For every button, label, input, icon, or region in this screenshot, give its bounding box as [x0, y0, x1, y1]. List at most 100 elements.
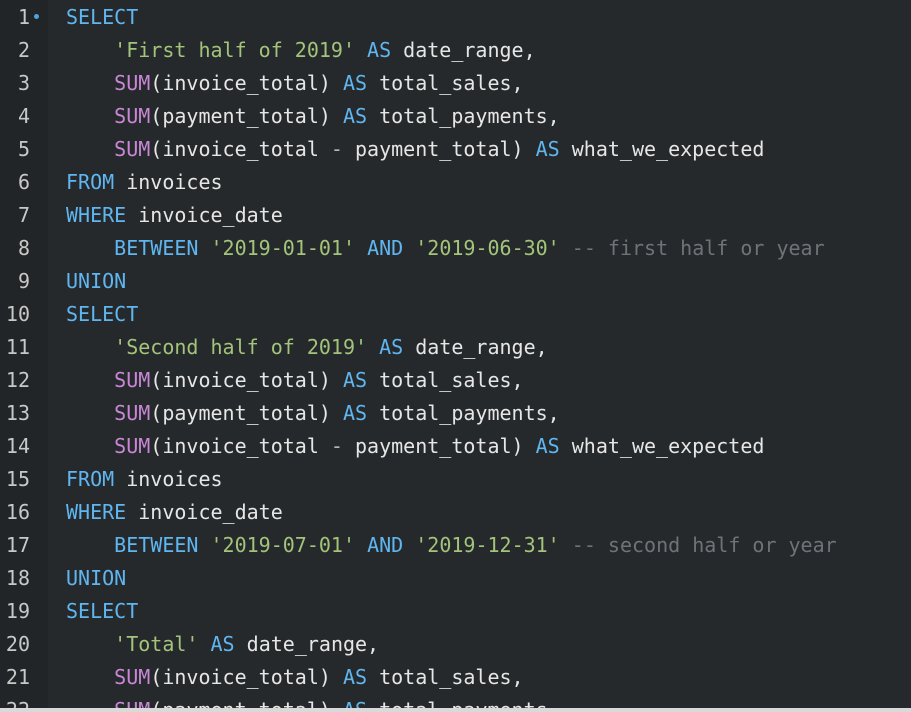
- sql-comment: -- second half or year: [571, 533, 837, 557]
- sql-identifier: date_range,: [403, 335, 548, 359]
- editor-bottom-border: [0, 708, 911, 712]
- code-text: SUM(invoice_total) AS total_sales,: [66, 661, 523, 694]
- sql-keyword: FROM: [66, 170, 115, 194]
- sql-keyword: AS: [535, 434, 560, 458]
- sql-identifier: payment_total): [342, 137, 536, 161]
- code-text: SUM(invoice_total - payment_total) AS wh…: [66, 133, 764, 166]
- code-text: BETWEEN '2019-07-01' AND '2019-12-31' --…: [66, 529, 837, 562]
- code-text: FROM invoices: [66, 463, 223, 496]
- sql-keyword: UNION: [66, 566, 127, 590]
- code-text: SUM(invoice_total - payment_total) AS wh…: [66, 430, 764, 463]
- sql-string: 'Total': [114, 632, 199, 656]
- line-number: 2: [17, 38, 30, 62]
- sql-identifier: [355, 533, 367, 557]
- line-number: 16: [5, 500, 30, 524]
- sql-function: SUM: [114, 104, 151, 128]
- sql-function: SUM: [114, 368, 151, 392]
- sql-operator: -: [330, 137, 343, 161]
- sql-keyword: FROM: [66, 467, 115, 491]
- sql-identifier: [66, 632, 114, 656]
- sql-string: '2019-12-31': [415, 533, 560, 557]
- sql-keyword: AS: [342, 665, 368, 689]
- line-number: 19: [5, 599, 30, 623]
- sql-identifier: (invoice_total): [150, 368, 343, 392]
- sql-identifier: (invoice_total: [150, 137, 331, 161]
- code-text: SUM(invoice_total) AS total_sales,: [66, 67, 523, 100]
- code-text: BETWEEN '2019-01-01' AND '2019-06-30' --…: [66, 232, 825, 265]
- sql-identifier: [560, 533, 572, 557]
- sql-identifier: invoice_date: [126, 203, 283, 227]
- sql-keyword: BETWEEN: [114, 236, 199, 260]
- sql-identifier: (payment_total): [150, 401, 343, 425]
- sql-string: 'Second half of 2019': [114, 335, 368, 359]
- sql-keyword: SELECT: [66, 302, 139, 326]
- sql-identifier: total_payments,: [367, 401, 560, 425]
- line-number: 4: [17, 104, 30, 128]
- sql-identifier: [66, 335, 114, 359]
- code-text: UNION: [66, 562, 126, 595]
- sql-identifier: [66, 236, 114, 260]
- line-number: 13: [5, 401, 30, 425]
- sql-function: SUM: [114, 665, 151, 689]
- sql-identifier: [66, 434, 114, 458]
- sql-keyword: AS: [379, 335, 404, 359]
- code-text: FROM invoices: [66, 166, 223, 199]
- code-text: 'Total' AS date_range,: [66, 628, 379, 661]
- code-text: SELECT: [66, 1, 138, 34]
- sql-string: '2019-07-01': [210, 533, 356, 557]
- sql-identifier: total_sales,: [367, 368, 524, 392]
- sql-keyword: WHERE: [66, 500, 127, 524]
- sql-identifier: (invoice_total): [150, 665, 343, 689]
- line-number: 17: [5, 533, 30, 557]
- sql-function: SUM: [114, 434, 151, 458]
- sql-keyword: AS: [342, 104, 368, 128]
- sql-keyword: SELECT: [66, 599, 139, 623]
- sql-identifier: (payment_total): [150, 104, 343, 128]
- sql-keyword: AS: [342, 401, 368, 425]
- sql-keyword: AS: [210, 632, 235, 656]
- sql-identifier: [198, 533, 210, 557]
- sql-string: 'First half of 2019': [114, 38, 355, 62]
- sql-comment: -- first half or year: [571, 236, 825, 260]
- line-number: 20: [5, 632, 30, 656]
- sql-function: SUM: [114, 401, 151, 425]
- code-text: 'Second half of 2019' AS date_range,: [66, 331, 548, 364]
- line-number: 1: [17, 5, 30, 29]
- code-text: SUM(payment_total) AS total_payments,: [66, 397, 560, 430]
- code-text: SUM(invoice_total) AS total_sales,: [66, 364, 524, 397]
- sql-identifier: [403, 533, 415, 557]
- sql-keyword: AS: [342, 71, 368, 95]
- sql-identifier: invoices: [114, 467, 223, 491]
- sql-identifier: invoice_date: [126, 500, 283, 524]
- sql-function: SUM: [114, 137, 151, 161]
- sql-identifier: date_range,: [234, 632, 380, 656]
- code-text: SELECT: [66, 298, 138, 331]
- sql-keyword: UNION: [66, 269, 127, 293]
- sql-identifier: [403, 236, 415, 260]
- sql-identifier: invoices: [114, 170, 223, 194]
- code-text: SUM(payment_total) AS total_payments,: [66, 100, 560, 133]
- line-number: 12: [5, 368, 30, 392]
- sql-string: '2019-01-01': [210, 236, 356, 260]
- line-number: 3: [17, 71, 30, 95]
- sql-identifier: [355, 38, 367, 62]
- code-text: WHERE invoice_date: [66, 199, 283, 232]
- fold-marker-icon[interactable]: [34, 14, 39, 19]
- line-number: 15: [5, 467, 30, 491]
- line-number: 9: [17, 269, 30, 293]
- sql-keyword: AS: [342, 368, 368, 392]
- sql-identifier: [66, 137, 114, 161]
- sql-identifier: [66, 38, 114, 62]
- sql-identifier: [560, 236, 572, 260]
- code-text: UNION: [66, 265, 126, 298]
- sql-string: '2019-06-30': [415, 236, 560, 260]
- sql-identifier: date_range,: [391, 38, 536, 62]
- sql-identifier: [66, 665, 114, 689]
- sql-keyword: AND: [367, 533, 404, 557]
- sql-identifier: [66, 401, 114, 425]
- sql-identifier: payment_total): [342, 434, 536, 458]
- sql-identifier: [66, 104, 114, 128]
- line-number: 14: [5, 434, 30, 458]
- sql-identifier: [367, 335, 379, 359]
- sql-code-editor[interactable]: 1 SELECT 2 'First half of 2019' AS date_ra…: [0, 0, 911, 712]
